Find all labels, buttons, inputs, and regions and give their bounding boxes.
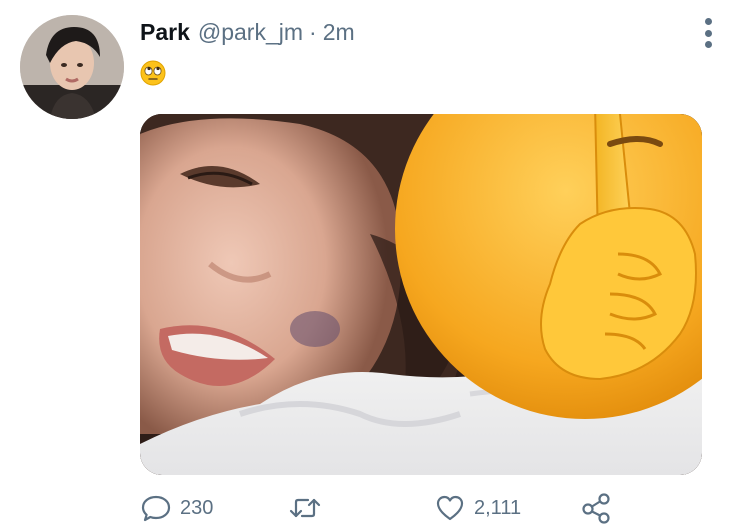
share-button[interactable] — [580, 488, 614, 528]
avatar[interactable] — [20, 15, 124, 119]
dot — [704, 29, 712, 37]
timestamp[interactable]: 2m — [323, 19, 355, 46]
share-nodes-icon — [582, 493, 610, 524]
dot — [704, 41, 712, 48]
eye-roll-emoji-icon — [140, 60, 166, 86]
heart-outline-icon — [436, 495, 464, 521]
tweet-media-photo[interactable] — [140, 114, 702, 475]
user-handle[interactable]: @park_jm — [198, 19, 303, 46]
like-button[interactable]: 2,111 — [434, 488, 521, 528]
tweet-action-bar: 230 2,111 — [140, 488, 620, 528]
more-options-icon[interactable] — [698, 18, 718, 48]
retweet-button[interactable] — [288, 488, 330, 528]
tweet-header: Park @park_jm · 2m — [140, 19, 355, 49]
reply-count: 230 — [180, 496, 214, 519]
like-count: 2,111 — [474, 496, 522, 519]
speech-bubble-icon — [141, 495, 171, 522]
display-name[interactable]: Park — [140, 19, 190, 46]
dot — [704, 18, 712, 25]
separator-dot: · — [309, 19, 317, 45]
reply-button[interactable]: 230 — [140, 488, 213, 528]
retweet-arrows-icon — [289, 498, 321, 518]
